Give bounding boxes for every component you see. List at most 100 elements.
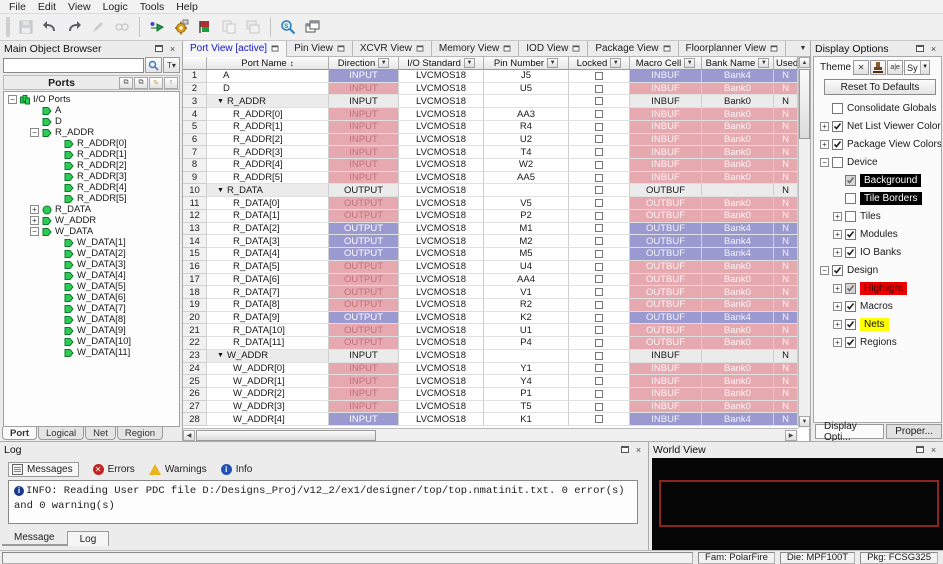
display-option-device[interactable]: −Device	[818, 153, 941, 171]
float-icon[interactable]	[504, 46, 511, 52]
column-header-i-o-standard[interactable]: I/O Standard▼	[399, 57, 484, 70]
table-row[interactable]: 27W_ADDR[3]INPUTLVCMOS18T5INBUFBank0N	[183, 401, 798, 414]
expand-icon[interactable]: +	[30, 205, 39, 214]
table-row[interactable]: 17R_DATA[6]OUTPUTLVCMOS18AA4OUTBUFBank0N	[183, 274, 798, 287]
horizontal-scrollbar[interactable]: ◀ ▶	[183, 428, 798, 441]
locked-checkbox[interactable]	[595, 212, 603, 220]
filter-dropdown-icon[interactable]: ▼	[610, 58, 621, 68]
checkbox[interactable]	[845, 229, 856, 240]
checkbox[interactable]	[845, 211, 856, 222]
display-option-design[interactable]: −Design	[818, 261, 941, 279]
cascade-icon[interactable]: ⧉	[134, 77, 148, 89]
display-option-modules[interactable]: +Modules	[818, 225, 941, 243]
locked-checkbox[interactable]	[595, 110, 603, 118]
tab-region[interactable]: Region	[117, 427, 163, 440]
display-option-consolidate-globals[interactable]: Consolidate Globals	[818, 99, 941, 117]
view-tab-package-view[interactable]: Package View	[588, 41, 678, 57]
column-header-pin-number[interactable]: Pin Number▼	[484, 57, 569, 70]
table-row[interactable]: 4R_ADDR[0]INPUTLVCMOS18AA3INBUFBank0N	[183, 108, 798, 121]
tree-item-w-data-7-[interactable]: W_DATA[7]	[4, 303, 179, 314]
tab-net[interactable]: Net	[85, 427, 116, 440]
tree-item-w-data-3-[interactable]: W_DATA[3]	[4, 259, 179, 270]
table-row[interactable]: 26W_ADDR[2]INPUTLVCMOS18P1INBUFBank0N	[183, 388, 798, 401]
scroll-right-icon[interactable]: ▶	[785, 430, 797, 441]
locked-checkbox[interactable]	[595, 326, 603, 334]
view-tab-xcvr-view[interactable]: XCVR View	[353, 41, 432, 57]
locked-checkbox[interactable]	[595, 199, 603, 207]
table-row[interactable]: 9R_ADDR[5]INPUTLVCMOS18AA5INBUFBank0N	[183, 172, 798, 185]
windows-icon[interactable]	[300, 16, 324, 38]
float-icon[interactable]	[272, 46, 279, 52]
column-header-rownum[interactable]	[183, 57, 207, 70]
display-option-regions[interactable]: +Regions	[818, 333, 941, 351]
log-filter-messages[interactable]: Messages	[8, 462, 79, 477]
float-icon[interactable]	[337, 46, 344, 52]
view-tab-iod-view[interactable]: IOD View	[519, 41, 588, 57]
locked-checkbox[interactable]	[595, 250, 603, 258]
tree-item-w-data-10-[interactable]: W_DATA[10]	[4, 336, 179, 347]
table-row[interactable]: 18R_DATA[7]OUTPUTLVCMOS18V1OUTBUFBank0N	[183, 286, 798, 299]
tab-logical[interactable]: Logical	[38, 427, 84, 440]
locked-checkbox[interactable]	[595, 237, 603, 245]
menu-help[interactable]: Help	[170, 1, 204, 13]
display-option-io-banks[interactable]: +IO Banks	[818, 243, 941, 261]
io-attribute-icon[interactable]	[193, 16, 217, 38]
redo-icon[interactable]	[62, 16, 86, 38]
float-icon[interactable]	[153, 43, 164, 54]
float-icon[interactable]	[416, 46, 423, 52]
scroll-left-icon[interactable]: ◀	[183, 430, 195, 441]
search-icon[interactable]: S	[276, 16, 300, 38]
locked-checkbox[interactable]	[595, 314, 603, 322]
checkbox[interactable]	[845, 337, 856, 348]
display-option-tile-borders[interactable]: Tile Borders	[818, 189, 941, 207]
checkbox[interactable]	[845, 283, 856, 294]
table-row[interactable]: 24W_ADDR[0]INPUTLVCMOS18Y1INBUFBank0N	[183, 363, 798, 376]
table-row[interactable]: 16R_DATA[5]OUTPUTLVCMOS18U4OUTBUFBank0N	[183, 261, 798, 274]
locked-checkbox[interactable]	[595, 364, 603, 372]
tree-item-d[interactable]: D	[4, 116, 179, 127]
float-icon[interactable]	[914, 43, 925, 54]
checkbox[interactable]	[832, 103, 843, 114]
table-row[interactable]: 21R_DATA[10]OUTPUTLVCMOS18U1OUTBUFBank0N	[183, 324, 798, 337]
tree-item-r-addr-2-[interactable]: R_ADDR[2]	[4, 160, 179, 171]
display-option-highlight[interactable]: +Highlight	[818, 279, 941, 297]
table-row[interactable]: 7R_ADDR[3]INPUTLVCMOS18T4INBUFBank0N	[183, 146, 798, 159]
expand-icon[interactable]: +	[833, 338, 842, 347]
tree-item-w-data-4-[interactable]: W_DATA[4]	[4, 270, 179, 281]
checkbox[interactable]	[845, 301, 856, 312]
expand-icon[interactable]: +	[833, 284, 842, 293]
filter-dropdown-icon[interactable]: ▼	[684, 58, 695, 68]
view-tab-port-view-active-[interactable]: Port View [active]	[183, 41, 287, 57]
locked-checkbox[interactable]	[595, 224, 603, 232]
collapse-triangle-icon[interactable]: ▼	[217, 352, 224, 359]
log-filter-info[interactable]: iInfo	[221, 464, 253, 475]
close-icon[interactable]: ×	[633, 444, 644, 455]
locked-checkbox[interactable]	[595, 288, 603, 296]
tree-item-w-data-8-[interactable]: W_DATA[8]	[4, 314, 179, 325]
expand-icon[interactable]: +	[833, 302, 842, 311]
table-row[interactable]: 28W_ADDR[4]INPUTLVCMOS18K1INBUFBank4N	[183, 413, 798, 426]
float-icon[interactable]	[663, 46, 670, 52]
theme-select[interactable]: Sy ▼	[904, 60, 930, 75]
expand-icon[interactable]: +	[820, 122, 829, 131]
tree-item-r-addr-4-[interactable]: R_ADDR[4]	[4, 182, 179, 193]
checkbox[interactable]	[832, 265, 843, 276]
edit-pencil-icon[interactable]: ✎	[149, 77, 163, 89]
world-view-canvas[interactable]	[652, 458, 943, 550]
filter-dropdown-icon[interactable]: ▼	[378, 58, 389, 68]
tree-item-w-data-9-[interactable]: W_DATA[9]	[4, 325, 179, 336]
tree-item-a[interactable]: A	[4, 105, 179, 116]
locked-checkbox[interactable]	[595, 135, 603, 143]
vertical-scrollbar[interactable]: ▲ ▼	[798, 57, 810, 428]
column-header-locked[interactable]: Locked▼	[569, 57, 630, 70]
table-row[interactable]: 2DINPUTLVCMOS18U5INBUFBank0N	[183, 83, 798, 96]
scroll-down-icon[interactable]: ▼	[799, 416, 810, 427]
rename-theme-icon[interactable]: a|e	[887, 60, 903, 75]
locked-checkbox[interactable]	[595, 174, 603, 182]
expand-icon[interactable]: +	[833, 230, 842, 239]
float-icon[interactable]	[619, 444, 630, 455]
search-icon[interactable]	[145, 57, 162, 73]
table-row[interactable]: 25W_ADDR[1]INPUTLVCMOS18Y4INBUFBank0N	[183, 375, 798, 388]
tab-proper-[interactable]: Proper...	[886, 424, 942, 439]
tab-display-opti-[interactable]: Display Opti...	[815, 424, 884, 439]
